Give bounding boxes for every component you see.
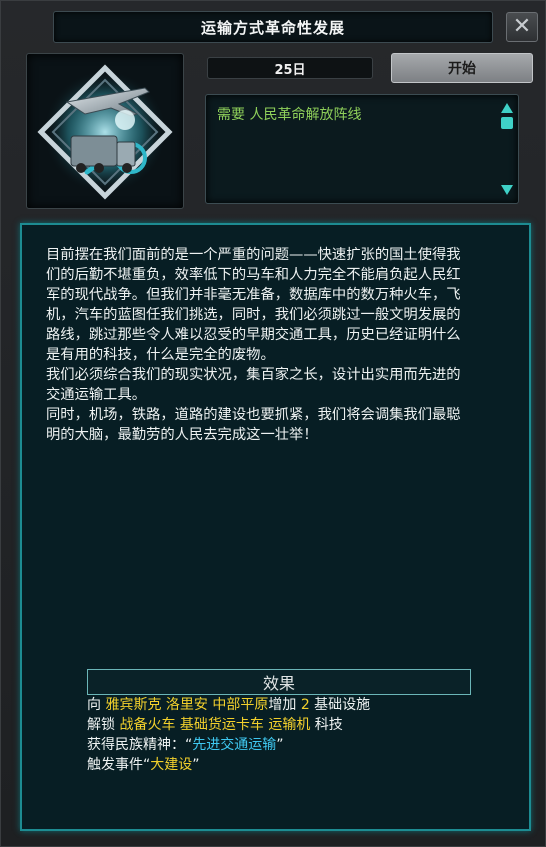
description-line: 明的大脑，最勤劳的人民去完成这一壮举！ — [46, 427, 318, 443]
event-name: 大建设 — [150, 757, 193, 773]
effects-list: 向 雅宾斯克 洛里安 中部平原增加 2 基础设施 解锁 战备火车 基础货运卡车 … — [87, 695, 507, 775]
effect-text: 基础设施 — [309, 697, 371, 713]
effect-text: 解锁 — [87, 717, 120, 733]
description-line: 我们必须综合我们的现实状况，集百家之长，设计出实用而先进的 — [46, 367, 461, 383]
focus-window: 运输方式革命性发展 ✕ 25日 开始 需要 人民革命解放阵线 目前摆在我们面前的… — [0, 0, 546, 847]
focus-icon-frame — [26, 53, 184, 209]
description-line: 是有用的科技，什么是完全的废物。 — [46, 347, 275, 363]
start-button[interactable]: 开始 — [391, 53, 533, 83]
effect-text: 向 — [87, 697, 106, 713]
effect-states: 雅宾斯克 洛里安 中部平原 — [105, 697, 269, 713]
description-line: 军的现代战争。但我们并非毫无准备，数据库中的数万种火车，飞 — [46, 287, 461, 303]
effect-event: 触发事件“大建设” — [87, 755, 507, 775]
close-icon: ✕ — [512, 14, 532, 39]
focus-duration: 25日 — [207, 57, 373, 79]
focus-description: 目前摆在我们面前的是一个严重的问题——快速扩张的国土使得我 们的后勤不堪重负，效… — [46, 245, 516, 445]
national-spirit-link[interactable]: 先进交通运输 — [192, 737, 276, 753]
description-line: 们的后勤不堪重负，效率低下的马车和人力完全不能肩负起人民红 — [46, 267, 461, 283]
effect-tech-unlock: 解锁 战备火车 基础货运卡车 运输机 科技 — [87, 715, 507, 735]
effect-infrastructure: 向 雅宾斯克 洛里安 中部平原增加 2 基础设施 — [87, 695, 507, 715]
scrollbar-thumb[interactable] — [501, 117, 513, 129]
effect-techs: 战备火车 基础货运卡车 运输机 — [119, 717, 311, 733]
window-title: 运输方式革命性发展 — [53, 11, 493, 43]
effect-amount: 2 — [300, 697, 310, 713]
truck-plane-icon — [37, 64, 173, 200]
close-button[interactable]: ✕ — [506, 12, 538, 42]
effect-text: ” — [276, 737, 284, 753]
description-panel: 目前摆在我们面前的是一个严重的问题——快速扩张的国土使得我 们的后勤不堪重负，效… — [20, 223, 531, 831]
effect-text: 触发事件“ — [87, 757, 151, 773]
effects-header: 效果 — [87, 669, 471, 695]
scroll-down-arrow-icon[interactable] — [501, 185, 513, 195]
requirements-box: 需要 人民革命解放阵线 — [205, 94, 519, 204]
effect-text: 增加 — [268, 697, 301, 713]
effect-national-spirit: 获得民族精神：“先进交通运输” — [87, 735, 507, 755]
effect-text: 科技 — [310, 717, 343, 733]
requirement-text: 需要 人民革命解放阵线 — [217, 107, 362, 123]
description-line: 交通运输工具。 — [46, 387, 147, 403]
description-line: 同时，机场，铁路，道路的建设也要抓紧，我们将会调集我们最聪 — [46, 407, 461, 423]
description-line: 路线，跳过那些令人难以忍受的早期交通工具，历史已经证明什么 — [46, 327, 461, 343]
effect-text: 获得民族精神：“ — [87, 737, 193, 753]
effect-text: ” — [192, 757, 200, 773]
scroll-up-arrow-icon[interactable] — [501, 103, 513, 113]
description-line: 目前摆在我们面前的是一个严重的问题——快速扩张的国土使得我 — [46, 247, 461, 263]
description-line: 机，汽车的蓝图任我们挑选，同时，我们必须跳过一般文明发展的 — [46, 307, 461, 323]
